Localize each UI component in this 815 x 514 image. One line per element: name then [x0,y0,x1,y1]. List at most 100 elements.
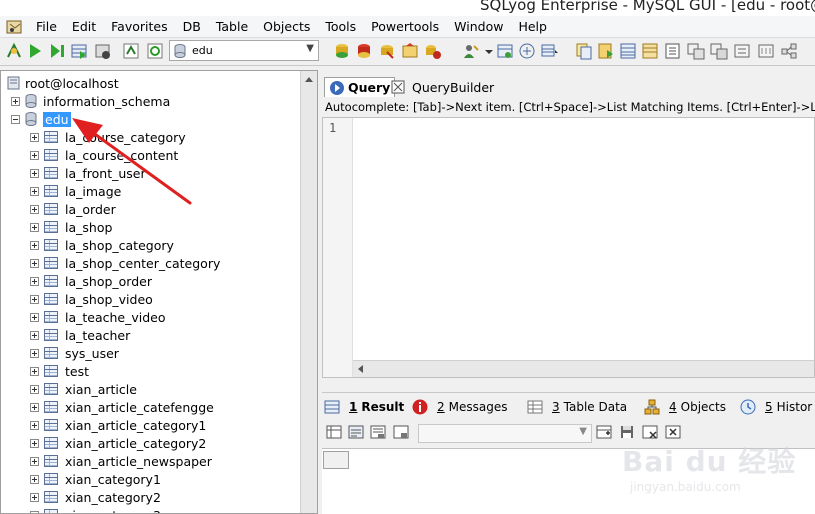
table-diagnostics-icon[interactable] [757,42,775,60]
query-builder-icon[interactable] [518,42,536,60]
delete-row-icon[interactable] [642,424,658,440]
expand-icon[interactable] [30,132,39,142]
tab-table-data[interactable]: 3 Table Data [527,397,627,417]
tree-table-row[interactable]: xian_article_newspaper [30,452,212,470]
sql-file-icon[interactable] [597,42,615,60]
tree-table-row[interactable]: la_front_user [30,164,146,182]
tree-table-row[interactable]: test [30,362,89,380]
import-icon[interactable] [378,42,396,60]
form-view-icon[interactable] [348,424,364,440]
tree-db-edu[interactable]: edu [11,110,71,128]
backup-icon[interactable] [333,42,351,60]
tree-table-row[interactable]: la_shop_category [30,236,174,254]
tab-querybuilder[interactable]: QueryBuilder [390,77,494,97]
user-manager-icon[interactable] [462,42,480,60]
tree-table-row[interactable]: la_teacher [30,326,130,344]
sync-icon[interactable] [146,42,164,60]
expand-icon[interactable] [30,186,39,196]
menu-favorites[interactable]: Favorites [105,19,176,34]
expand-icon[interactable] [30,276,39,286]
save-icon[interactable] [619,424,635,440]
tree-table-row[interactable]: xian_article [30,380,137,398]
visual-data-compare-icon[interactable] [733,42,751,60]
tree-table-row[interactable]: xian_article_catefengge [30,398,214,416]
tree-table-row[interactable]: xian_category1 [30,470,161,488]
expand-icon[interactable] [11,96,20,106]
menu-edit[interactable]: Edit [66,19,105,34]
expand-icon[interactable] [30,492,39,502]
result-filter-select[interactable]: ▼ [418,424,592,443]
tab-objects[interactable]: 4 Objects [644,397,726,417]
menu-window[interactable]: Window [448,19,512,34]
export-icon[interactable] [401,42,419,60]
tab-query[interactable]: Query [324,77,396,97]
execute-edit-icon[interactable] [70,42,88,60]
tab-messages[interactable]: 2 Messages [412,397,508,417]
expand-icon[interactable] [30,204,39,214]
query-editor[interactable]: 1 [322,117,815,378]
scroll-up-icon[interactable] [305,77,313,82]
new-connection-icon[interactable] [5,42,23,60]
tree-table-row[interactable]: xian_category3 [30,506,161,513]
expand-icon[interactable] [30,258,39,268]
collapse-icon[interactable] [11,114,20,124]
tables-dropdown-icon[interactable] [541,42,559,60]
menu-table[interactable]: Table [210,19,257,34]
restore-icon[interactable] [355,42,373,60]
tree-table-row[interactable]: la_shop_video [30,290,153,308]
expand-icon[interactable] [30,348,39,358]
tree-table-row[interactable]: la_shop_center_category [30,254,220,272]
expand-icon[interactable] [30,366,39,376]
add-row-icon[interactable] [596,424,612,440]
user-dropdown-icon[interactable] [484,42,494,60]
menu-db[interactable]: DB [177,19,210,34]
expand-icon[interactable] [30,402,39,412]
expand-icon[interactable] [30,294,39,304]
table-list-icon[interactable] [619,42,637,60]
expand-icon[interactable] [30,456,39,466]
tree-scrollbar[interactable] [300,71,317,513]
execute-all-icon[interactable] [48,42,66,60]
refresh-icon[interactable] [122,42,140,60]
expand-icon[interactable] [30,150,39,160]
expand-icon[interactable] [30,438,39,448]
grid-view-icon[interactable] [326,424,342,440]
tree-db-information-schema[interactable]: information_schema [11,92,170,110]
menu-tools[interactable]: Tools [319,19,365,34]
tree-table-row[interactable]: la_shop [30,218,112,236]
tree-table-row[interactable]: la_course_content [30,146,178,164]
expand-icon[interactable] [30,168,39,178]
export-result-icon[interactable] [393,424,409,440]
tree-table-row[interactable]: la_course_category [30,128,186,146]
tab-result[interactable]: 1 Result [324,397,404,417]
tree-table-row[interactable]: sys_user [30,344,119,362]
stop-query-icon[interactable] [94,42,112,60]
schema-diagram-icon[interactable] [780,42,798,60]
expand-icon[interactable] [30,510,39,513]
expand-icon[interactable] [30,474,39,484]
expand-icon[interactable] [30,222,39,232]
data-sync-icon[interactable] [710,42,728,60]
expand-icon[interactable] [30,330,39,340]
menu-powertools[interactable]: Powertools [365,19,448,34]
cancel-changes-icon[interactable] [665,424,681,440]
menu-file[interactable]: File [30,19,66,34]
tab-history[interactable]: 5 Histor [740,397,812,417]
schema-designer-icon[interactable] [496,42,514,60]
tree-table-row[interactable]: la_shop_order [30,272,152,290]
schema-sync-icon[interactable] [424,42,442,60]
scheduled-jobs-icon[interactable] [664,42,682,60]
tree-table-row[interactable]: xian_article_category1 [30,416,206,434]
database-selector[interactable]: edu ▼ [169,40,319,61]
tree-table-row[interactable]: la_image [30,182,121,200]
table-data-icon[interactable] [641,42,659,60]
expand-icon[interactable] [30,420,39,430]
tree-table-row[interactable]: la_teache_video [30,308,166,326]
expand-icon[interactable] [30,384,39,394]
execute-query-icon[interactable] [26,42,44,60]
expand-icon[interactable] [30,312,39,322]
scroll-left-icon[interactable] [358,365,363,373]
tree-table-row[interactable]: la_order [30,200,116,218]
notifications-icon[interactable] [687,42,705,60]
editor-scrollbar[interactable] [353,360,814,377]
